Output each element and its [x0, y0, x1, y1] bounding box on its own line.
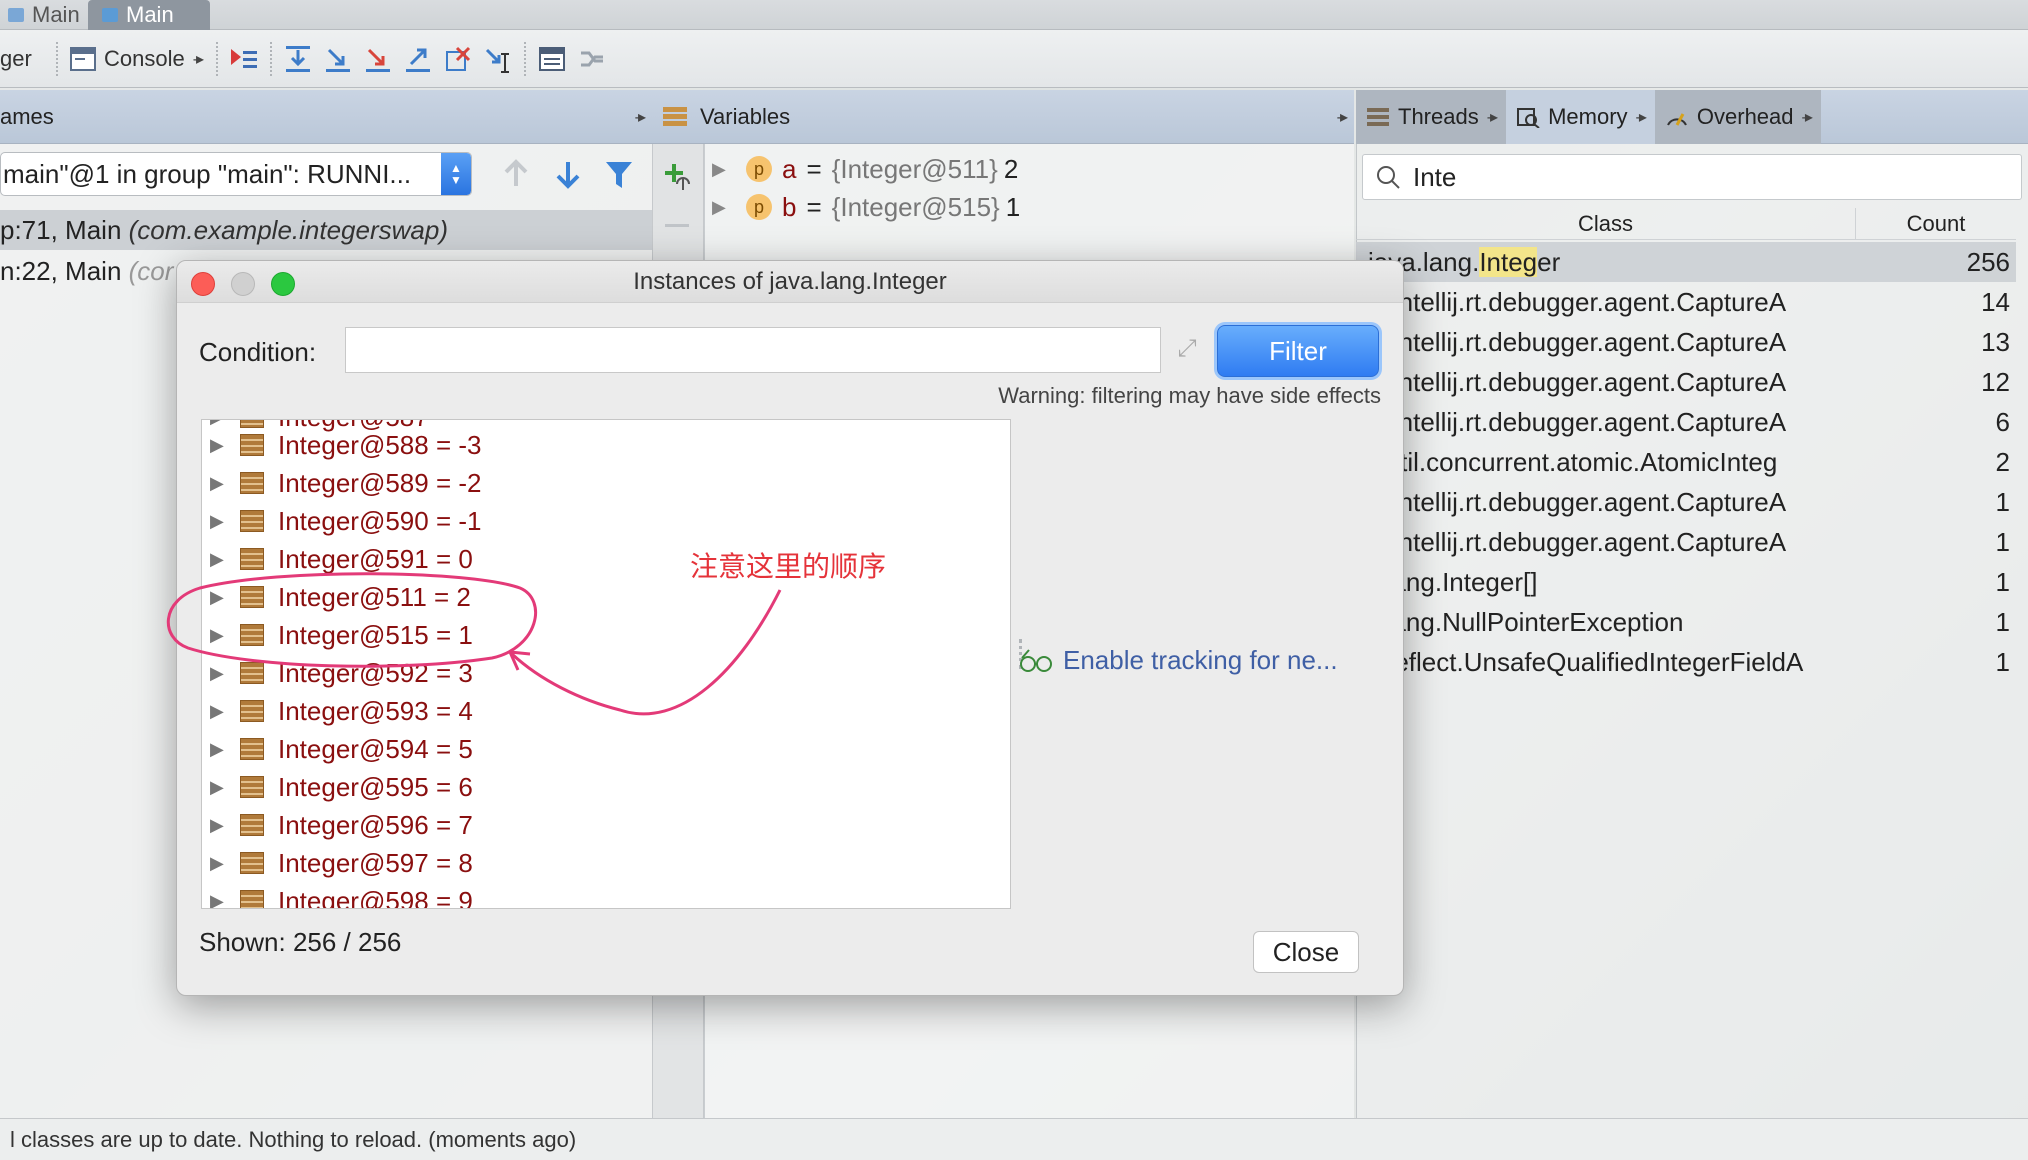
annotation-overlay	[166, 572, 782, 716]
annotation-circle	[166, 572, 537, 668]
annotation-arrow	[510, 589, 782, 716]
annotation-text: 注意这里的顺序	[690, 550, 887, 583]
